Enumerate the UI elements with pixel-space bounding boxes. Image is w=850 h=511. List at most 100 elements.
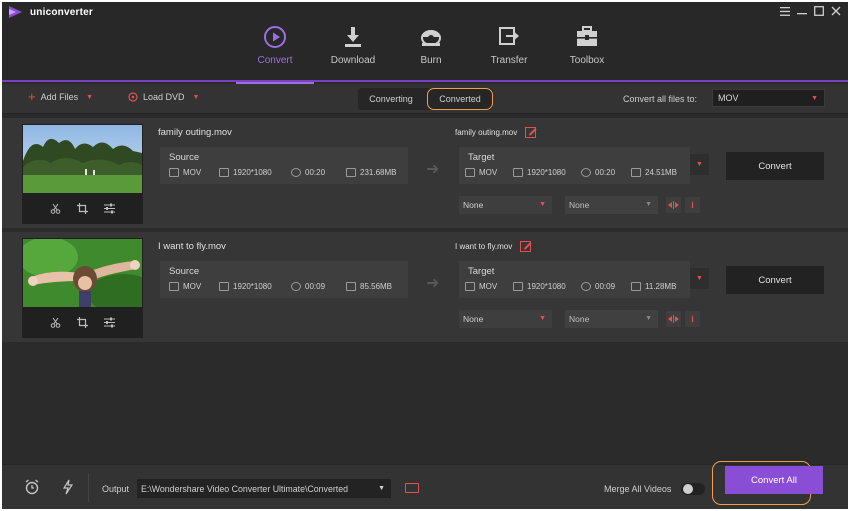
target-file-name: family outing.mov	[455, 127, 537, 138]
source-format: MOV	[169, 282, 201, 291]
split-button[interactable]	[666, 311, 681, 327]
source-resolution-value: 1920*1080	[233, 168, 272, 177]
chevron-down-icon[interactable]: ▼	[86, 94, 93, 101]
target-format: MOV	[465, 282, 497, 291]
resolution-icon	[219, 168, 229, 177]
audio-select[interactable]: None ▼	[565, 310, 658, 328]
target-duration: 00:20	[581, 168, 615, 177]
convert-all-button[interactable]: Convert All	[725, 466, 823, 494]
audio-value: None	[569, 314, 590, 324]
edit-icon[interactable]	[525, 127, 537, 138]
source-info: Source MOV 1920*1080 00:09 85.56MB	[160, 261, 408, 298]
source-duration: 00:09	[291, 282, 325, 291]
subtitle-select[interactable]: None ▼	[459, 196, 552, 214]
target-resolution-value: 1920*1080	[527, 168, 566, 177]
dvd-icon	[128, 92, 138, 102]
video-thumbnail[interactable]	[22, 238, 143, 338]
source-format-value: MOV	[183, 282, 202, 291]
file-name: I want to fly.mov	[158, 241, 226, 252]
convert-all-to-label: Convert all files to:	[623, 94, 698, 104]
subtitle-select[interactable]: None ▼	[459, 310, 552, 328]
adjust-icon[interactable]	[104, 317, 115, 328]
app-title: uniconverter	[30, 6, 93, 18]
close-icon[interactable]	[830, 5, 842, 17]
status-tabs: Converting Converted	[358, 88, 493, 110]
tab-toolbox[interactable]: Toolbox	[548, 22, 626, 82]
target-format-dropdown[interactable]: ▼	[690, 268, 709, 289]
window-controls	[779, 5, 842, 17]
info-button[interactable]: i	[685, 197, 700, 213]
tab-convert[interactable]: Convert	[236, 22, 314, 84]
load-dvd-button[interactable]: Load DVD ▼	[128, 92, 199, 102]
output-format-select[interactable]: MOV ▼	[712, 89, 825, 107]
maximize-icon[interactable]	[813, 5, 825, 17]
arrow-right-icon: ➜	[426, 275, 440, 292]
info-button[interactable]: i	[685, 311, 700, 327]
alarm-clock-icon[interactable]	[24, 479, 40, 495]
split-button[interactable]	[666, 197, 681, 213]
convert-all-highlight: Convert All	[712, 461, 823, 505]
open-folder-icon[interactable]	[405, 483, 419, 493]
edit-icon[interactable]	[520, 241, 532, 252]
target-size-value: 24.51MB	[645, 168, 678, 177]
output-path-value: E:\Wondershare Video Converter Ultimate\…	[141, 483, 348, 494]
source-title: Source	[169, 152, 200, 163]
scissors-icon[interactable]	[50, 203, 61, 214]
output-path-select[interactable]: E:\Wondershare Video Converter Ultimate\…	[137, 479, 391, 498]
target-file-name: I want to fly.mov	[455, 241, 532, 252]
target-size-value: 11.28MB	[645, 282, 677, 291]
source-info: Source MOV 1920*1080 00:20 231.68MB	[160, 147, 408, 184]
target-file-name-text: family outing.mov	[455, 128, 518, 137]
lightning-icon[interactable]	[60, 479, 76, 495]
tab-transfer[interactable]: Transfer	[470, 22, 548, 82]
convert-button[interactable]: Convert	[726, 266, 824, 294]
source-resolution: 1920*1080	[219, 282, 272, 291]
chevron-down-icon: ▼	[539, 315, 546, 322]
chevron-down-icon[interactable]: ▼	[193, 94, 200, 101]
tab-transfer-label: Transfer	[490, 55, 528, 66]
tab-burn[interactable]: Burn	[392, 22, 470, 82]
chevron-down-icon: ▼	[645, 201, 652, 208]
merge-toggle[interactable]	[681, 483, 705, 495]
target-format-dropdown[interactable]: ▼	[690, 154, 709, 175]
tab-download[interactable]: Download	[314, 22, 392, 82]
output-label: Output	[102, 484, 130, 494]
minimize-icon[interactable]	[796, 5, 808, 17]
target-duration-value: 00:20	[595, 168, 616, 177]
crop-icon[interactable]	[77, 202, 88, 214]
arrow-right-icon: ➜	[426, 161, 440, 178]
tab-download-label: Download	[330, 55, 376, 66]
audio-select[interactable]: None ▼	[565, 196, 658, 214]
target-size: 11.28MB	[631, 282, 676, 291]
folder-icon	[631, 282, 641, 291]
target-duration: 00:09	[581, 282, 615, 291]
tab-converting[interactable]: Converting	[358, 88, 424, 110]
menu-icon[interactable]	[779, 5, 791, 17]
add-files-button[interactable]: + Add Files ▼	[28, 90, 93, 103]
source-size: 231.68MB	[346, 168, 396, 177]
scissors-icon[interactable]	[50, 317, 61, 328]
resolution-icon	[513, 168, 523, 177]
tab-burn-label: Burn	[420, 55, 442, 66]
source-size-value: 85.56MB	[360, 282, 393, 291]
thumbnail-tools	[22, 309, 143, 335]
logo-icon	[9, 6, 22, 18]
video-thumbnail[interactable]	[22, 124, 143, 224]
target-duration-value: 00:09	[595, 282, 616, 291]
target-file-name-text: I want to fly.mov	[455, 242, 513, 251]
source-size-value: 231.68MB	[360, 168, 397, 177]
tab-converted[interactable]: Converted	[427, 88, 493, 110]
split-icon	[668, 201, 679, 209]
disc-icon	[421, 30, 441, 46]
target-resolution: 1920*1080	[513, 168, 566, 177]
convert-button[interactable]: Convert	[726, 152, 824, 180]
target-format: MOV	[465, 168, 497, 177]
adjust-icon[interactable]	[104, 203, 115, 214]
top-bar: uniconverter Convert Download Burn Trans…	[2, 2, 848, 84]
target-size: 24.51MB	[631, 168, 677, 177]
crop-icon[interactable]	[77, 316, 88, 328]
folder-icon	[631, 168, 641, 177]
subtitle-value: None	[463, 314, 484, 324]
target-title: Target	[468, 152, 495, 163]
source-resolution-value: 1920*1080	[233, 282, 272, 291]
